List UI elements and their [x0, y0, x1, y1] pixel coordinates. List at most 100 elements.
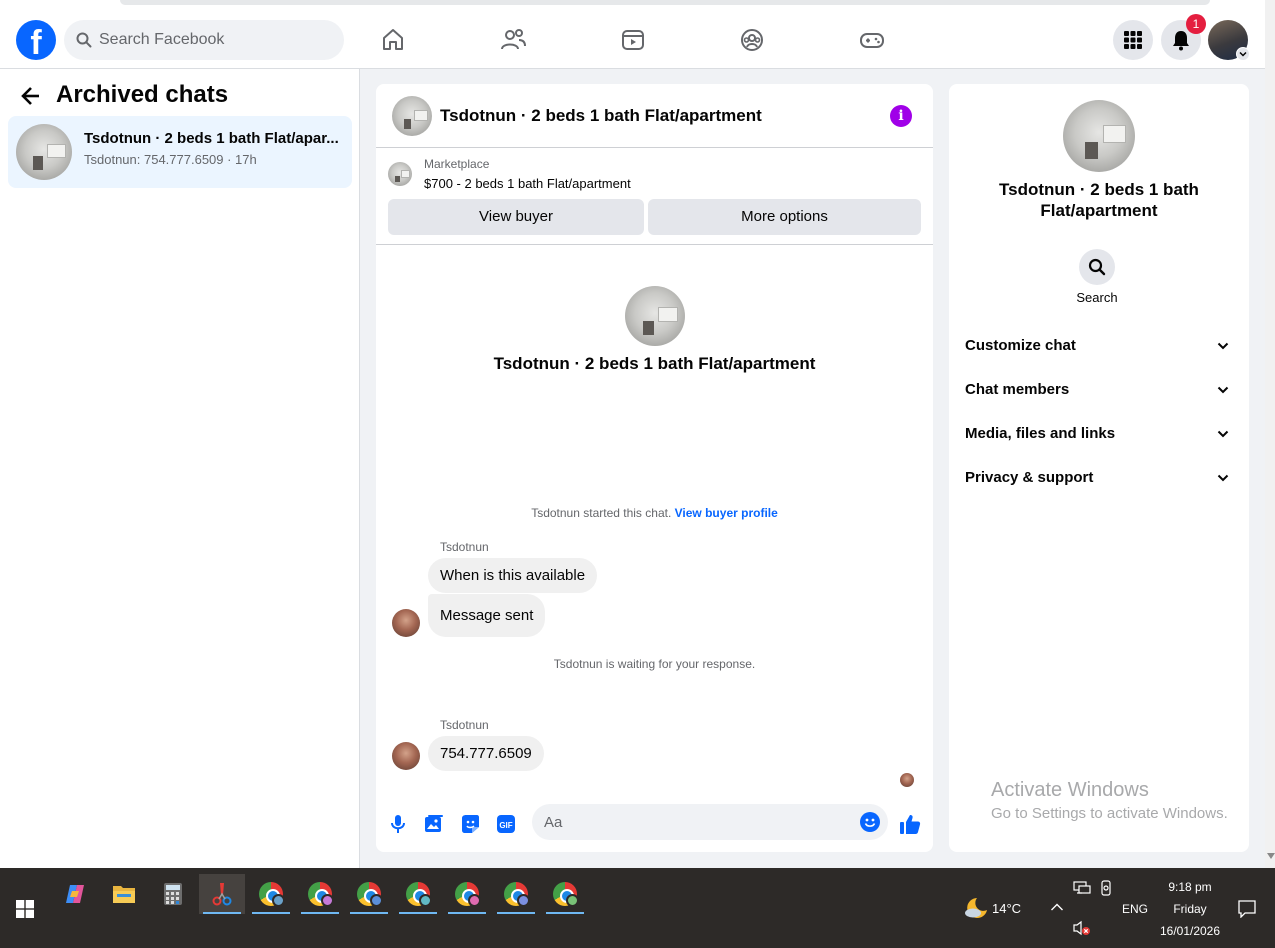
- attach-photo-button[interactable]: [422, 812, 446, 836]
- chrome-profile-5[interactable]: [444, 874, 490, 914]
- chrome-profile-1[interactable]: [248, 874, 294, 914]
- message-input-box[interactable]: [532, 804, 888, 840]
- nav-groups[interactable]: [732, 22, 772, 58]
- device-icon[interactable]: [1099, 880, 1113, 896]
- emoji-icon[interactable]: [860, 812, 880, 832]
- listing-thumbnail: [388, 162, 412, 186]
- search-in-chat-button[interactable]: [1079, 249, 1115, 285]
- running-app-indicator: [350, 912, 388, 914]
- listing-thumbnail: [16, 124, 72, 180]
- clock-time[interactable]: 9:18 pm: [1156, 880, 1224, 894]
- page-title: Archived chats: [56, 81, 229, 108]
- notification-center-icon[interactable]: [1238, 900, 1256, 918]
- privacy-support-section[interactable]: Privacy & support: [957, 458, 1241, 498]
- chrome-profile-6[interactable]: [493, 874, 539, 914]
- clock-date[interactable]: 16/01/2026: [1150, 924, 1230, 938]
- media-files-links-section[interactable]: Media, files and links: [957, 414, 1241, 454]
- chat-name: Tsdotnun · 2 beds 1 bath Flat/apar...: [84, 130, 339, 147]
- search-input[interactable]: [99, 20, 329, 60]
- listing-price[interactable]: $700 - 2 beds 1 bath Flat/apartment: [424, 176, 631, 191]
- bell-icon: [1173, 31, 1189, 51]
- listing-thumbnail-large: [625, 286, 685, 346]
- account-chevron-icon[interactable]: [1236, 47, 1250, 61]
- view-buyer-profile-link[interactable]: View buyer profile: [675, 506, 778, 520]
- sender-avatar[interactable]: [392, 742, 420, 770]
- message-bubble[interactable]: 754.777.6509: [428, 736, 544, 771]
- chrome-profile-7[interactable]: [542, 874, 588, 914]
- chrome-icon: [553, 882, 579, 907]
- scroll-down-arrow-icon[interactable]: [1267, 853, 1275, 859]
- chrome-icon: [455, 882, 481, 907]
- listing-thumbnail[interactable]: [392, 96, 432, 136]
- conversation-header: Tsdotnun · 2 beds 1 bath Flat/apartment …: [376, 84, 933, 148]
- menu-button[interactable]: [1113, 20, 1153, 60]
- sender-avatar[interactable]: [392, 609, 420, 637]
- chrome-icon: [357, 882, 383, 907]
- activate-windows-title: Activate Windows: [991, 779, 1149, 801]
- svg-text:GIF: GIF: [499, 821, 512, 830]
- file-explorer-app[interactable]: [101, 874, 147, 914]
- weather-moon-icon[interactable]: [963, 896, 989, 920]
- facebook-logo-icon[interactable]: f: [16, 20, 56, 60]
- temperature[interactable]: 14°C: [992, 901, 1021, 916]
- windows-taskbar: 14°C ENG 9:18 pm Friday 16/01/2026: [0, 868, 1275, 948]
- gaming-icon: [860, 33, 884, 48]
- message-bubble[interactable]: When is this available: [428, 558, 598, 593]
- thumbs-up-icon: [900, 815, 921, 834]
- friends-icon: [501, 29, 526, 50]
- network-icon[interactable]: [1073, 880, 1091, 896]
- activate-windows-subtitle: Go to Settings to activate Windows.: [991, 805, 1228, 822]
- snipping-tool-icon: [212, 883, 232, 906]
- top-navigation-bar: f 1: [0, 0, 1265, 69]
- section-label: Media, files and links: [965, 425, 1116, 442]
- message-composer: GIF: [376, 796, 933, 852]
- chrome-icon: [259, 882, 285, 907]
- gif-icon: GIF: [497, 815, 515, 833]
- like-button[interactable]: [898, 812, 922, 836]
- windows-start-icon[interactable]: [16, 900, 34, 918]
- gif-button[interactable]: GIF: [494, 812, 518, 836]
- calculator-app[interactable]: [150, 874, 196, 914]
- chrome-icon: [406, 882, 432, 907]
- conversation-intro-title: Tsdotnun · 2 beds 1 bath Flat/apartment: [493, 354, 816, 373]
- chat-preview: Tsdotnun: 754.777.6509 · 17h: [84, 152, 257, 167]
- section-label: Customize chat: [965, 337, 1076, 354]
- copilot-app[interactable]: [52, 874, 98, 914]
- sticker-button[interactable]: [458, 812, 482, 836]
- page-scrollbar[interactable]: [1265, 0, 1275, 868]
- message-bubble[interactable]: Message sent: [428, 594, 546, 637]
- voice-clip-button[interactable]: [386, 812, 410, 836]
- chevron-down-icon: [1217, 386, 1229, 394]
- microphone-icon: [391, 815, 405, 833]
- folder-icon: [113, 886, 135, 903]
- search-icon: [1088, 258, 1106, 276]
- customize-chat-section[interactable]: Customize chat: [957, 326, 1241, 366]
- speaker-muted-icon[interactable]: [1072, 920, 1092, 936]
- nav-friends[interactable]: [493, 22, 533, 58]
- language-indicator[interactable]: ENG: [1122, 902, 1148, 916]
- more-options-button[interactable]: More options: [648, 199, 921, 235]
- chat-list-item[interactable]: Tsdotnun · 2 beds 1 bath Flat/apar... Ts…: [8, 116, 352, 188]
- nav-home[interactable]: [373, 22, 413, 58]
- info-icon[interactable]: i: [890, 105, 912, 127]
- message-input[interactable]: [544, 804, 844, 840]
- conversation-title[interactable]: Tsdotnun · 2 beds 1 bath Flat/apartment: [440, 106, 762, 126]
- view-buyer-button[interactable]: View buyer: [388, 199, 644, 235]
- search-bar[interactable]: [64, 20, 344, 60]
- running-app-indicator: [546, 912, 584, 914]
- nav-gaming[interactable]: [852, 22, 892, 58]
- running-app-indicator: [301, 912, 339, 914]
- home-icon: [383, 29, 403, 50]
- back-arrow-icon[interactable]: [20, 85, 42, 107]
- show-hidden-icons-chevron-icon[interactable]: [1050, 902, 1064, 912]
- chat-members-section[interactable]: Chat members: [957, 370, 1241, 410]
- clock-day[interactable]: Friday: [1156, 902, 1224, 916]
- snipping-tool-app[interactable]: [199, 874, 245, 914]
- chrome-profile-4[interactable]: [395, 874, 441, 914]
- chat-details-title: Tsdotnun · 2 beds 1 bath Flat/apartment: [999, 180, 1199, 220]
- sender-name: Tsdotnun: [440, 718, 489, 732]
- chat-started-text: Tsdotnun started this chat.: [531, 506, 672, 520]
- nav-video[interactable]: [613, 22, 653, 58]
- chrome-profile-3[interactable]: [346, 874, 392, 914]
- chrome-profile-2[interactable]: [297, 874, 343, 914]
